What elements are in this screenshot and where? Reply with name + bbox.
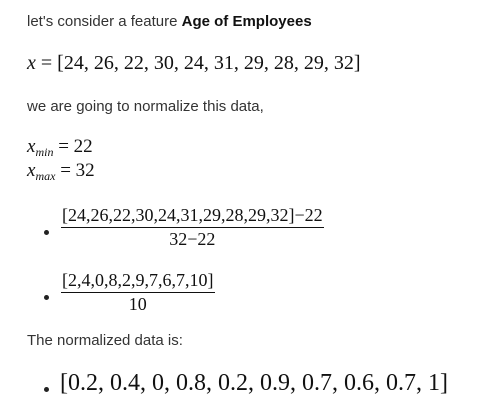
intro-prefix: let's consider a feature <box>27 13 182 30</box>
step2-fraction: [2,4,0,8,2,9,7,6,7,10] 10 <box>61 270 215 315</box>
step2-numerator: [2,4,0,8,2,9,7,6,7,10] <box>62 270 214 290</box>
xmin-value: = 22 <box>53 136 93 157</box>
x-equation: x = [24, 26, 22, 30, 24, 31, 29, 28, 29,… <box>27 52 361 75</box>
xmin-subscript: min <box>35 145 54 159</box>
x-equals: = <box>35 52 58 74</box>
step1-denominator: 32−22 <box>169 229 216 249</box>
feature-name: Age of Employees <box>181 13 312 30</box>
normalized-result: [0.2, 0.4, 0, 0.8, 0.2, 0.9, 0.7, 0.6, 0… <box>60 370 448 396</box>
normalized-label: The normalized data is: <box>27 332 183 349</box>
intro-text: let's consider a feature Age of Employee… <box>27 13 312 30</box>
x-values: [24, 26, 22, 30, 24, 31, 29, 28, 29, 32] <box>57 52 361 74</box>
xmax-subscript: max <box>35 169 56 183</box>
bullet-dot <box>44 387 49 392</box>
x-variable: x <box>27 52 36 74</box>
xmin-equation: xmin = 22 <box>27 136 93 160</box>
xmax-equation: xmax = 32 <box>27 160 95 184</box>
normalize-text: we are going to normalize this data, <box>27 98 264 115</box>
xmax-value: = 32 <box>55 160 95 181</box>
bullet-dot <box>44 295 49 300</box>
bullet-dot <box>44 230 49 235</box>
step1-fraction: [24,26,22,30,24,31,29,28,29,32]−22 32−22 <box>61 205 324 250</box>
step1-numerator: [24,26,22,30,24,31,29,28,29,32]−22 <box>62 205 323 225</box>
step2-denominator: 10 <box>128 294 147 314</box>
